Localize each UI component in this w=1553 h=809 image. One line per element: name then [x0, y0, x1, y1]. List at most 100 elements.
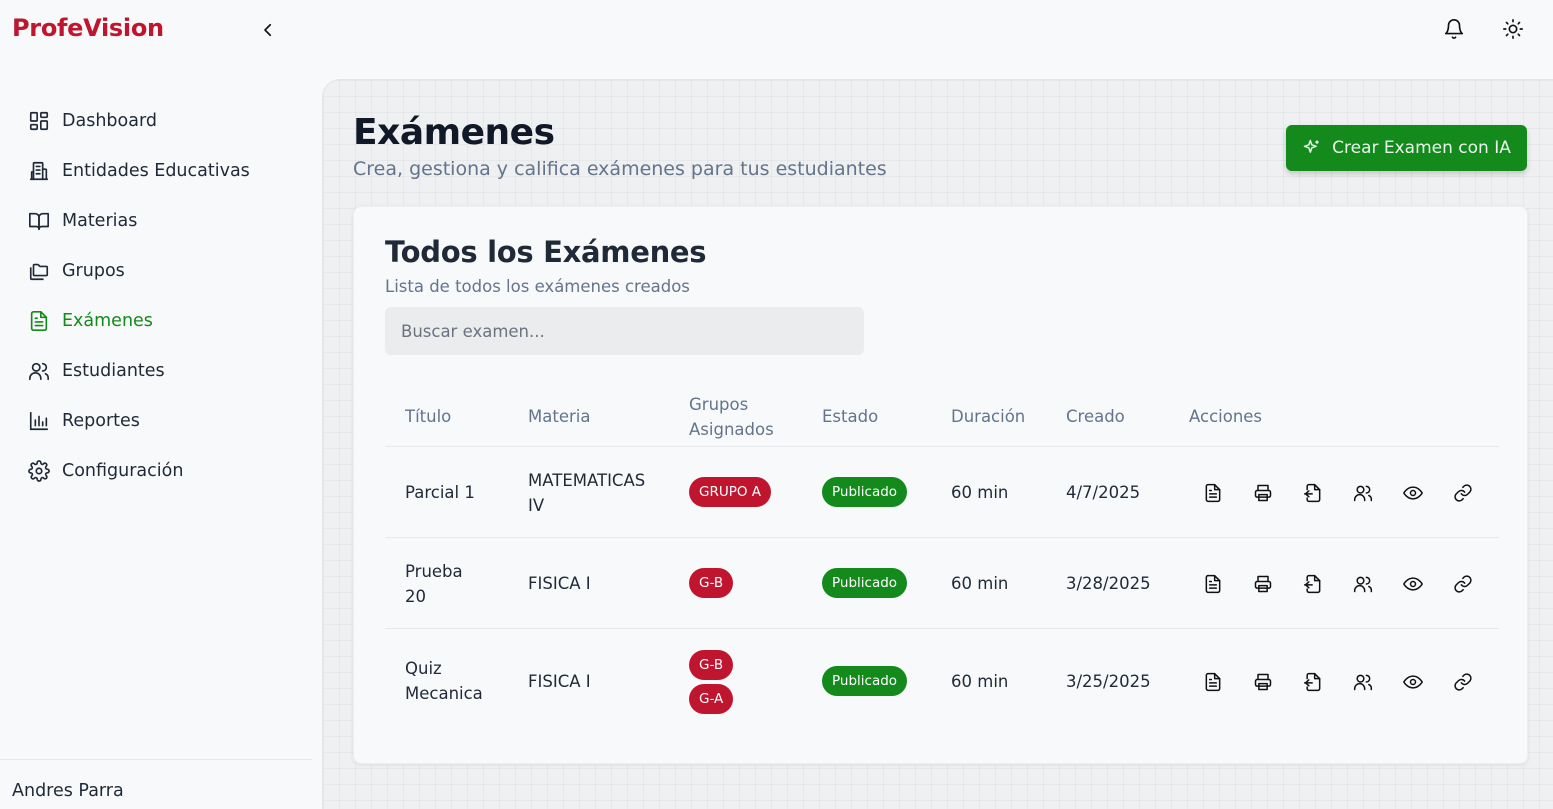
- dashboard-icon: [27, 109, 51, 133]
- users-icon: [27, 359, 51, 383]
- file-text-icon: [1205, 483, 1221, 503]
- link-icon: [1454, 484, 1472, 502]
- cell-titulo: Parcial 1: [405, 483, 475, 502]
- card-subtitle: Lista de todos los exámenes creados: [385, 277, 690, 296]
- cell-duracion: 60 min: [951, 574, 1009, 593]
- sidebar-item-examenes[interactable]: Exámenes: [0, 296, 322, 346]
- file-import-icon: [1303, 483, 1321, 503]
- row-actions: [1188, 481, 1488, 505]
- file-text-icon: [1205, 574, 1221, 594]
- preview-button[interactable]: [1388, 670, 1438, 694]
- file-import-icon: [1303, 574, 1321, 594]
- folders-icon: [27, 259, 51, 283]
- sidebar-item-materias[interactable]: Materias: [0, 196, 322, 246]
- copy-link-button[interactable]: [1438, 572, 1488, 596]
- sidebar-item-entidades[interactable]: Entidades Educativas: [0, 146, 322, 196]
- import-button[interactable]: [1288, 670, 1338, 694]
- preview-button[interactable]: [1388, 572, 1438, 596]
- copy-link-button[interactable]: [1438, 670, 1488, 694]
- sidebar-item-label: Estudiantes: [62, 361, 165, 381]
- table-header: Título Materia Grupos Asignados Estado D…: [385, 387, 1499, 447]
- sidebar-item-label: Exámenes: [62, 311, 153, 331]
- card-title: Todos los Exámenes: [385, 235, 707, 269]
- cell-creado: 3/25/2025: [1066, 672, 1151, 691]
- print-button[interactable]: [1238, 572, 1288, 596]
- cell-grupos: GRUPO A: [689, 477, 772, 507]
- sidebar-item-configuracion[interactable]: Configuración: [0, 446, 322, 496]
- bar-chart-icon: [27, 409, 51, 433]
- create-exam-ai-button[interactable]: Crear Examen con IA: [1286, 125, 1527, 171]
- printer-icon: [1254, 484, 1272, 502]
- bell-icon: [1444, 19, 1464, 39]
- copy-link-button[interactable]: [1438, 481, 1488, 505]
- link-icon: [1454, 575, 1472, 593]
- column-header-creado: Creado: [1066, 407, 1125, 426]
- cell-estado: Publicado: [822, 477, 908, 507]
- collapse-sidebar-button[interactable]: [255, 17, 281, 43]
- view-details-button[interactable]: [1188, 572, 1238, 596]
- group-badge: G-A: [689, 684, 734, 714]
- cell-titulo: Prueba 20: [405, 562, 463, 606]
- cell-creado: 4/7/2025: [1066, 483, 1141, 502]
- gear-icon: [27, 459, 51, 483]
- file-text-icon: [27, 309, 51, 333]
- cell-titulo: Quiz Mecanica: [405, 659, 483, 703]
- view-details-button[interactable]: [1188, 481, 1238, 505]
- group-badge: G-B: [689, 650, 734, 680]
- search-input[interactable]: [385, 307, 864, 355]
- sidebar-item-label: Entidades Educativas: [62, 161, 250, 181]
- cell-creado: 3/28/2025: [1066, 574, 1151, 593]
- cell-materia: FISICA I: [528, 672, 591, 691]
- theme-toggle-button[interactable]: [1500, 16, 1526, 42]
- sidebar: ProfeVision Dashboard Entidades Educativ…: [0, 0, 322, 809]
- import-button[interactable]: [1288, 481, 1338, 505]
- column-header-acciones: Acciones: [1189, 407, 1263, 426]
- printer-icon: [1254, 575, 1272, 593]
- assign-students-button[interactable]: [1338, 572, 1388, 596]
- users-icon: [1353, 674, 1373, 691]
- sidebar-item-label: Materias: [62, 211, 138, 231]
- page-title: Exámenes: [353, 112, 555, 153]
- sidebar-item-label: Configuración: [62, 461, 184, 481]
- status-badge: Publicado: [822, 666, 908, 696]
- sidebar-item-label: Dashboard: [62, 111, 157, 131]
- users-icon: [1353, 485, 1373, 502]
- import-button[interactable]: [1288, 572, 1338, 596]
- sun-icon: [1503, 19, 1523, 39]
- group-badge: GRUPO A: [689, 477, 772, 507]
- group-badge: G-B: [689, 568, 734, 598]
- book-icon: [27, 209, 51, 233]
- print-button[interactable]: [1238, 481, 1288, 505]
- sidebar-item-reportes[interactable]: Reportes: [0, 396, 322, 446]
- chevron-left-icon: [264, 23, 272, 37]
- table-row: Quiz Mecanica FISICA I G-B G-A Publicado…: [385, 629, 1499, 734]
- print-button[interactable]: [1238, 670, 1288, 694]
- file-text-icon: [1205, 672, 1221, 692]
- eye-icon: [1403, 486, 1423, 500]
- users-icon: [1353, 576, 1373, 593]
- file-import-icon: [1303, 672, 1321, 692]
- table-row: Parcial 1 MATEMATICAS IV GRUPO A Publica…: [385, 447, 1499, 538]
- sidebar-item-dashboard[interactable]: Dashboard: [0, 96, 322, 146]
- column-header-duracion: Duración: [951, 407, 1026, 426]
- status-badge: Publicado: [822, 477, 908, 507]
- assign-students-button[interactable]: [1338, 481, 1388, 505]
- sidebar-divider: [0, 759, 312, 760]
- sidebar-item-label: Reportes: [62, 411, 140, 431]
- eye-icon: [1403, 675, 1423, 689]
- preview-button[interactable]: [1388, 481, 1438, 505]
- printer-icon: [1254, 673, 1272, 691]
- notifications-button[interactable]: [1441, 16, 1467, 42]
- sidebar-item-estudiantes[interactable]: Estudiantes: [0, 346, 322, 396]
- view-details-button[interactable]: [1188, 670, 1238, 694]
- column-header-grupos: Grupos Asignados: [689, 395, 774, 439]
- assign-students-button[interactable]: [1338, 670, 1388, 694]
- row-actions: [1188, 572, 1488, 596]
- table-row: Prueba 20 FISICA I G-B Publicado 60 min …: [385, 538, 1499, 629]
- sidebar-item-grupos[interactable]: Grupos: [0, 246, 322, 296]
- main-content: Exámenes Crea, gestiona y califica exáme…: [322, 79, 1553, 809]
- user-name[interactable]: Andres Parra: [12, 781, 124, 801]
- page-subtitle: Crea, gestiona y califica exámenes para …: [353, 158, 887, 180]
- app-logo[interactable]: ProfeVision: [12, 14, 164, 42]
- cell-duracion: 60 min: [951, 483, 1009, 502]
